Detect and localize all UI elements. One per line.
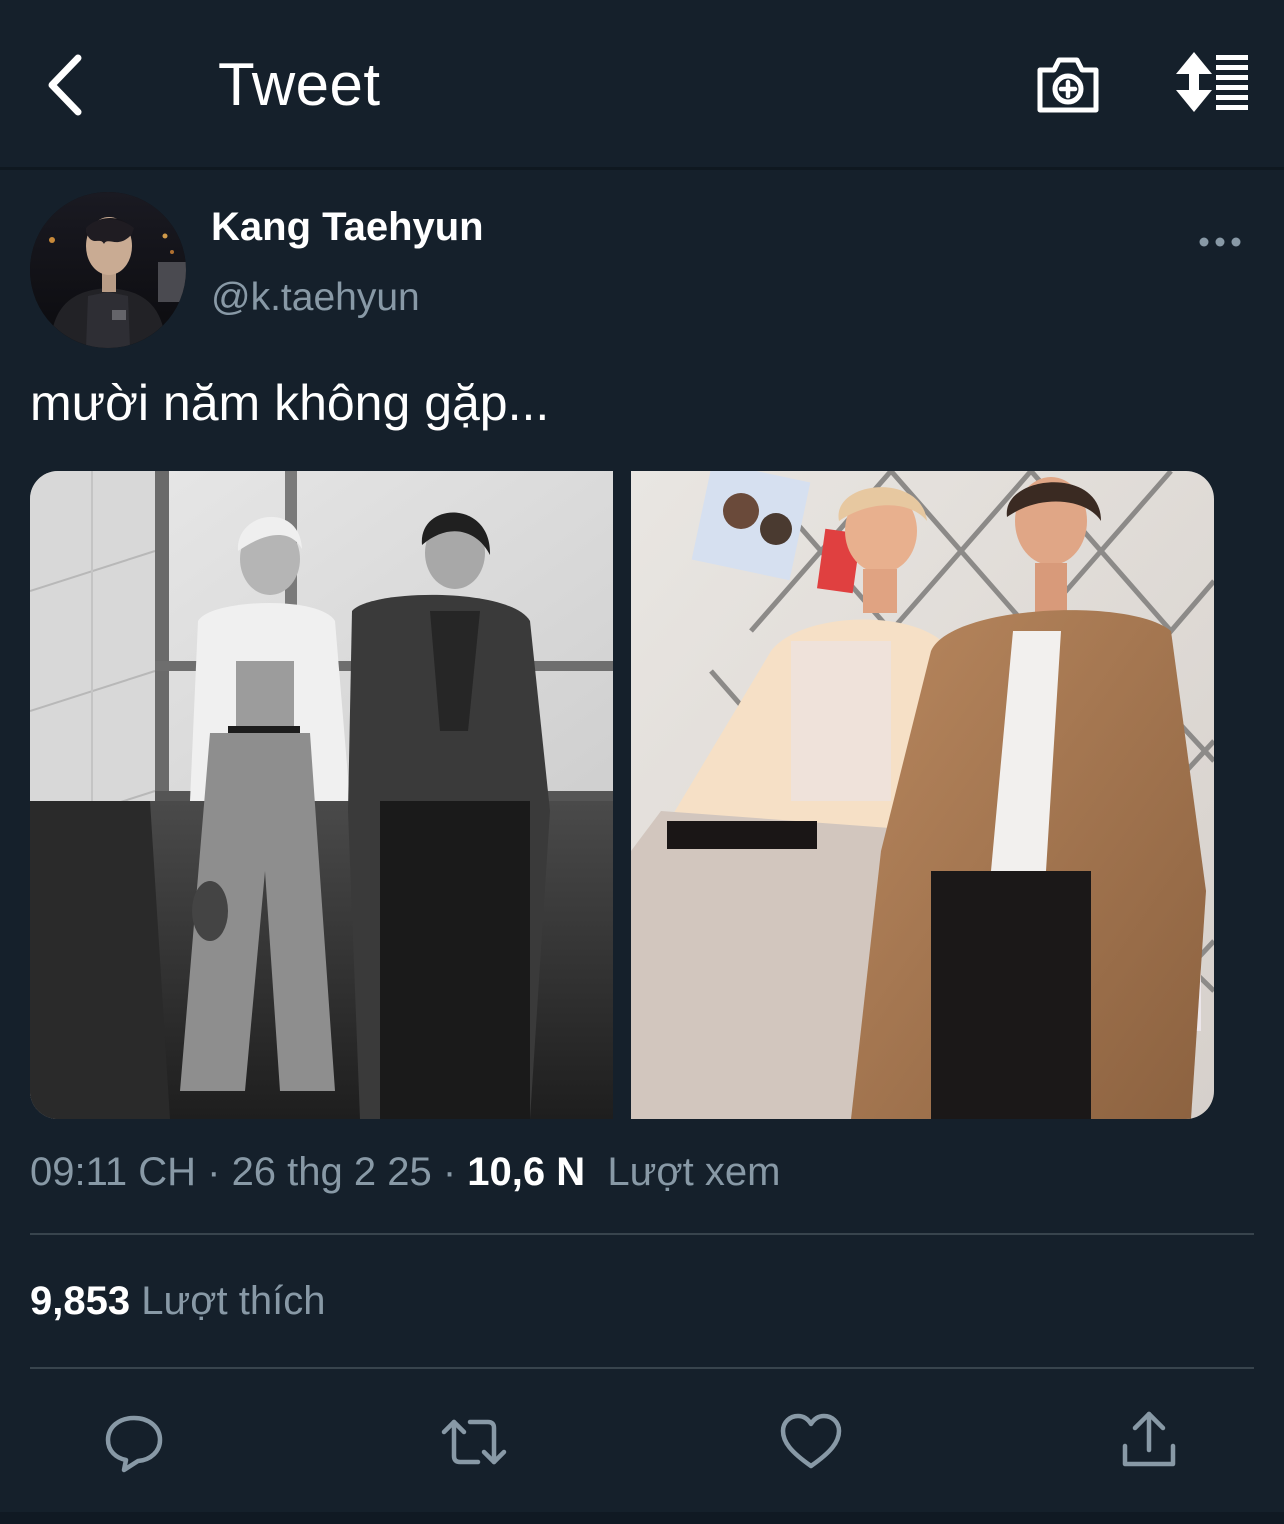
sort-button[interactable] (1172, 52, 1252, 112)
heart-icon (780, 1413, 842, 1469)
author-handle[interactable]: @k.taehyun (211, 276, 420, 320)
views-label[interactable]: Lượt xem (607, 1150, 780, 1194)
retweet-button[interactable] (440, 1410, 507, 1474)
retweet-icon (441, 1419, 507, 1465)
tweet-media (30, 471, 1214, 1119)
page-title: Tweet (218, 51, 381, 118)
photo-color-image (631, 471, 1214, 1119)
sort-list-icon (1176, 52, 1248, 112)
tweet-time: 09:11 CH (30, 1150, 197, 1194)
like-button[interactable] (779, 1410, 843, 1474)
camera-plus-icon (1037, 57, 1099, 113)
avatar[interactable] (30, 192, 186, 348)
likes-count: 9,853 (30, 1279, 131, 1323)
bottom-edge (0, 1512, 1284, 1524)
meta-separator: · (431, 1150, 468, 1194)
share-icon (1122, 1411, 1176, 1467)
meta-separator: · (196, 1150, 232, 1194)
author-name[interactable]: Kang Taehyun (211, 205, 484, 250)
avatar-image (30, 192, 186, 348)
photo-bw-image (30, 471, 613, 1119)
tweet-meta: 09:11 CH · 26 thg 2 25 · 10,6 N Lượt xem (30, 1150, 780, 1195)
top-bar: Tweet (0, 0, 1284, 170)
chevron-left-icon (48, 54, 82, 116)
photo-1[interactable] (30, 471, 613, 1119)
back-button[interactable] (40, 50, 96, 120)
more-dots-icon (1199, 237, 1241, 247)
reply-icon (105, 1415, 163, 1473)
tweet-text: mười năm không gặp... (30, 375, 550, 431)
camera-button[interactable] (1034, 52, 1102, 116)
divider (30, 1367, 1254, 1369)
views-count[interactable]: 10,6 N (467, 1150, 585, 1194)
divider (30, 1233, 1254, 1235)
tweet-date: 26 thg 2 25 (231, 1150, 432, 1194)
likes-stat[interactable]: 9,853 Lượt thích (30, 1279, 325, 1324)
more-options-button[interactable] (1196, 228, 1244, 256)
likes-label: Lượt thích (141, 1279, 326, 1323)
photo-2[interactable] (631, 471, 1214, 1119)
share-button[interactable] (1117, 1410, 1181, 1474)
reply-button[interactable] (102, 1410, 166, 1474)
